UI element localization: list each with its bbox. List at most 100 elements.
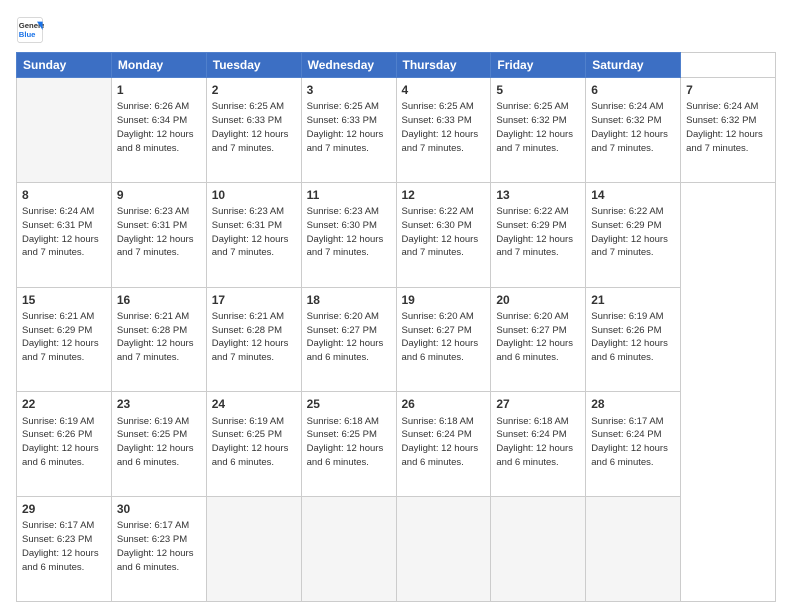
table-row	[491, 497, 586, 602]
day-info: Sunrise: 6:22 AMSunset: 6:30 PMDaylight:…	[402, 206, 479, 258]
day-number: 25	[307, 396, 391, 412]
day-info: Sunrise: 6:26 AMSunset: 6:34 PMDaylight:…	[117, 101, 194, 153]
day-number: 4	[402, 82, 486, 98]
table-row: 13 Sunrise: 6:22 AMSunset: 6:29 PMDayligh…	[491, 182, 586, 287]
calendar-table: SundayMondayTuesdayWednesdayThursdayFrid…	[16, 52, 776, 602]
day-info: Sunrise: 6:24 AMSunset: 6:32 PMDaylight:…	[686, 101, 763, 153]
table-row	[586, 497, 681, 602]
day-info: Sunrise: 6:25 AMSunset: 6:33 PMDaylight:…	[402, 101, 479, 153]
day-info: Sunrise: 6:22 AMSunset: 6:29 PMDaylight:…	[496, 206, 573, 258]
header-day-monday: Monday	[111, 53, 206, 78]
table-row: 4 Sunrise: 6:25 AMSunset: 6:33 PMDaylight…	[396, 78, 491, 183]
day-number: 30	[117, 501, 201, 517]
table-row: 15 Sunrise: 6:21 AMSunset: 6:29 PMDayligh…	[17, 287, 112, 392]
table-row: 12 Sunrise: 6:22 AMSunset: 6:30 PMDayligh…	[396, 182, 491, 287]
day-number: 24	[212, 396, 296, 412]
day-info: Sunrise: 6:18 AMSunset: 6:24 PMDaylight:…	[496, 416, 573, 468]
day-number: 18	[307, 292, 391, 308]
day-number: 14	[591, 187, 675, 203]
day-info: Sunrise: 6:23 AMSunset: 6:31 PMDaylight:…	[212, 206, 289, 258]
day-info: Sunrise: 6:25 AMSunset: 6:33 PMDaylight:…	[307, 101, 384, 153]
day-number: 26	[402, 396, 486, 412]
day-info: Sunrise: 6:21 AMSunset: 6:29 PMDaylight:…	[22, 311, 99, 363]
day-info: Sunrise: 6:22 AMSunset: 6:29 PMDaylight:…	[591, 206, 668, 258]
empty-cell	[17, 78, 112, 183]
table-row: 25Sunrise: 6:18 AMSunset: 6:25 PMDayligh…	[301, 392, 396, 497]
table-row: 17 Sunrise: 6:21 AMSunset: 6:28 PMDayligh…	[206, 287, 301, 392]
header-day-thursday: Thursday	[396, 53, 491, 78]
day-number: 2	[212, 82, 296, 98]
day-number: 17	[212, 292, 296, 308]
table-row: 27 Sunrise: 6:18 AMSunset: 6:24 PMDayligh…	[491, 392, 586, 497]
day-number: 21	[591, 292, 675, 308]
table-row: 21 Sunrise: 6:19 AMSunset: 6:26 PMDayligh…	[586, 287, 681, 392]
day-number: 15	[22, 292, 106, 308]
day-info: Sunrise: 6:17 AMSunset: 6:24 PMDaylight:…	[591, 416, 668, 468]
table-row: 22 Sunrise: 6:19 AMSunset: 6:26 PMDayligh…	[17, 392, 112, 497]
day-number: 28	[591, 396, 675, 412]
day-info: Sunrise: 6:23 AMSunset: 6:31 PMDaylight:…	[117, 206, 194, 258]
day-number: 6	[591, 82, 675, 98]
header-day-saturday: Saturday	[586, 53, 681, 78]
day-info: Sunrise: 6:24 AMSunset: 6:32 PMDaylight:…	[591, 101, 668, 153]
day-info: Sunrise: 6:19 AMSunset: 6:25 PMDaylight:…	[117, 416, 194, 468]
day-info: Sunrise: 6:17 AMSunset: 6:23 PMDaylight:…	[117, 520, 194, 572]
table-row	[206, 497, 301, 602]
day-number: 10	[212, 187, 296, 203]
day-number: 23	[117, 396, 201, 412]
header-day-friday: Friday	[491, 53, 586, 78]
day-number: 13	[496, 187, 580, 203]
day-info: Sunrise: 6:25 AMSunset: 6:32 PMDaylight:…	[496, 101, 573, 153]
day-info: Sunrise: 6:21 AMSunset: 6:28 PMDaylight:…	[212, 311, 289, 363]
day-number: 27	[496, 396, 580, 412]
header-day-wednesday: Wednesday	[301, 53, 396, 78]
svg-text:Blue: Blue	[19, 30, 36, 39]
day-info: Sunrise: 6:20 AMSunset: 6:27 PMDaylight:…	[496, 311, 573, 363]
table-row	[396, 497, 491, 602]
day-number: 16	[117, 292, 201, 308]
table-row: 14 Sunrise: 6:22 AMSunset: 6:29 PMDayligh…	[586, 182, 681, 287]
page: General Blue SundayMondayTuesdayWednesda…	[0, 0, 792, 612]
day-number: 3	[307, 82, 391, 98]
day-info: Sunrise: 6:20 AMSunset: 6:27 PMDaylight:…	[402, 311, 479, 363]
day-number: 1	[117, 82, 201, 98]
table-row: 26 Sunrise: 6:18 AMSunset: 6:24 PMDayligh…	[396, 392, 491, 497]
day-info: Sunrise: 6:18 AMSunset: 6:24 PMDaylight:…	[402, 416, 479, 468]
table-row: 1 Sunrise: 6:26 AMSunset: 6:34 PMDaylight…	[111, 78, 206, 183]
day-info: Sunrise: 6:19 AMSunset: 6:26 PMDaylight:…	[591, 311, 668, 363]
day-info: Sunrise: 6:19 AMSunset: 6:26 PMDaylight:…	[22, 416, 99, 468]
day-number: 22	[22, 396, 106, 412]
day-number: 8	[22, 187, 106, 203]
table-row: 28 Sunrise: 6:17 AMSunset: 6:24 PMDayligh…	[586, 392, 681, 497]
day-number: 20	[496, 292, 580, 308]
logo: General Blue	[16, 16, 44, 44]
day-info: Sunrise: 6:23 AMSunset: 6:30 PMDaylight:…	[307, 206, 384, 258]
table-row: 29 Sunrise: 6:17 AMSunset: 6:23 PMDayligh…	[17, 497, 112, 602]
table-row: 3 Sunrise: 6:25 AMSunset: 6:33 PMDaylight…	[301, 78, 396, 183]
header: General Blue	[16, 16, 776, 44]
day-info: Sunrise: 6:21 AMSunset: 6:28 PMDaylight:…	[117, 311, 194, 363]
table-row: 20 Sunrise: 6:20 AMSunset: 6:27 PMDayligh…	[491, 287, 586, 392]
table-row: 24Sunrise: 6:19 AMSunset: 6:25 PMDayligh…	[206, 392, 301, 497]
table-row: 5Sunrise: 6:25 AMSunset: 6:32 PMDaylight…	[491, 78, 586, 183]
day-number: 7	[686, 82, 770, 98]
header-day-sunday: Sunday	[17, 53, 112, 78]
day-number: 29	[22, 501, 106, 517]
table-row: 11 Sunrise: 6:23 AMSunset: 6:30 PMDayligh…	[301, 182, 396, 287]
table-row: 8Sunrise: 6:24 AMSunset: 6:31 PMDaylight…	[17, 182, 112, 287]
table-row: 6 Sunrise: 6:24 AMSunset: 6:32 PMDaylight…	[586, 78, 681, 183]
table-row: 2 Sunrise: 6:25 AMSunset: 6:33 PMDaylight…	[206, 78, 301, 183]
table-row: 7 Sunrise: 6:24 AMSunset: 6:32 PMDaylight…	[681, 78, 776, 183]
table-row: 18 Sunrise: 6:20 AMSunset: 6:27 PMDayligh…	[301, 287, 396, 392]
day-info: Sunrise: 6:17 AMSunset: 6:23 PMDaylight:…	[22, 520, 99, 572]
day-info: Sunrise: 6:25 AMSunset: 6:33 PMDaylight:…	[212, 101, 289, 153]
table-row: 10 Sunrise: 6:23 AMSunset: 6:31 PMDayligh…	[206, 182, 301, 287]
table-row: 9Sunrise: 6:23 AMSunset: 6:31 PMDaylight…	[111, 182, 206, 287]
logo-icon: General Blue	[16, 16, 44, 44]
day-number: 11	[307, 187, 391, 203]
day-number: 12	[402, 187, 486, 203]
table-row: 30 Sunrise: 6:17 AMSunset: 6:23 PMDayligh…	[111, 497, 206, 602]
header-day-tuesday: Tuesday	[206, 53, 301, 78]
day-info: Sunrise: 6:20 AMSunset: 6:27 PMDaylight:…	[307, 311, 384, 363]
table-row: 16 Sunrise: 6:21 AMSunset: 6:28 PMDayligh…	[111, 287, 206, 392]
